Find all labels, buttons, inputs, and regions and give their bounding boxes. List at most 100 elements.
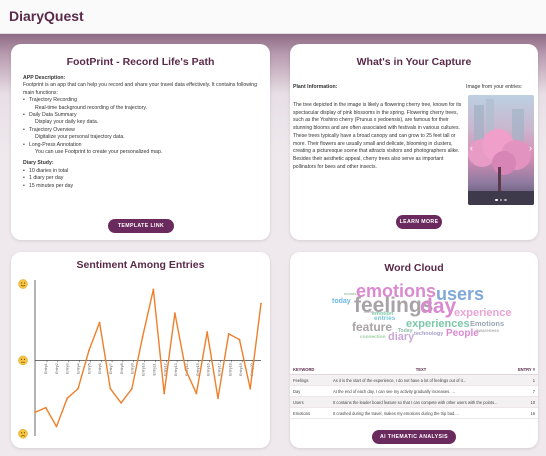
x-tick-label: Entry7 [109,363,113,373]
ai-thematic-analysis-button[interactable]: AI THEMATIC ANALYSIS [372,430,456,444]
learn-more-button[interactable]: LEARN MORE [396,215,442,229]
x-tick-label: Entry9 [131,363,135,373]
feature-item: Trajectory OverviewDigitalize your perso… [23,127,263,142]
x-tick-label: Entry16 [207,363,211,375]
capture-title: What's in Your Capture [356,56,472,68]
plant-info-label: Plant Information: [293,84,338,90]
data-point [227,332,230,335]
footprint-title: FootPrint - Record Life's Path [66,56,215,68]
app-title: DiaryQuest [9,8,84,24]
data-point [238,338,241,341]
sentiment-card: Sentiment Among Entries Entry1 Entry2 Entr… [11,252,270,448]
study-list: 10 diaries in total 1 diary per day 15 m… [23,168,263,191]
word-day: day [420,295,457,318]
template-link-button[interactable]: TEMPLATE LINK [108,219,174,233]
row-entry: 7 [512,385,538,397]
header-keyword: KEYWORD [290,365,330,375]
row-entry: 16 [512,407,538,419]
data-point [249,387,252,390]
sentiment-line-chart: Entry1 Entry2 Entry3 Entry4 Entry5 Entry6 Entr… [18,279,262,439]
x-tick-label: Entry3 [66,363,70,373]
data-point [174,312,176,314]
header-text: TEXT [330,365,512,375]
app-desc-label: APP Description: [23,75,66,81]
row-text: It crashed during the travel, makes my e… [330,407,512,419]
row-keyword: Day [290,385,330,397]
emoji-eye [23,282,26,284]
data-point [44,406,47,409]
sentiment-series-line [34,288,262,428]
capture-card: What's in Your Capture Plant Information… [290,44,538,240]
data-point [184,368,187,371]
data-point [109,387,112,390]
x-tick-label: Entry17 [217,363,221,375]
word-awareness: awareness [476,328,500,333]
x-tick-label: Entry1 [44,363,48,373]
word-feature: feature [352,320,393,334]
word-emotions-cap: Emotions [470,319,505,328]
carousel-next-icon[interactable]: › [529,143,532,153]
carousel-dots [468,198,534,201]
entry-image-carousel[interactable]: ‹ › [468,95,534,205]
data-point [87,350,90,352]
feature-item: Trajectory RecordingReal-time background… [23,97,263,112]
cherry-tree-photo [468,99,534,205]
row-text: At the end of each day, I can see my act… [330,385,512,397]
word-today: today [332,298,351,305]
emoji-eye [20,282,23,284]
carousel-prev-icon[interactable]: ‹ [470,143,473,153]
data-point [260,302,262,305]
study-item: 1 diary per day [23,175,263,183]
data-point [217,397,219,400]
x-tick-label: Entry13 [174,363,178,375]
x-tick-label: Entry4 [77,363,81,373]
header-entry: ENTRY # [512,365,538,375]
app-desc-text: Footprint is an app that can help you re… [23,82,257,96]
table-header-row: KEYWORD TEXT ENTRY # [290,365,538,375]
footprint-description: APP Description: Footprint is an app tha… [23,75,263,191]
x-tick-label: Entry18 [228,363,232,375]
word-moods: moods [344,292,357,296]
data-point [206,331,209,333]
row-entry: 1 [512,374,538,386]
study-label: Diary Study: [23,160,54,167]
data-point [34,411,36,414]
data-point [130,387,133,390]
row-keyword: Emotions [290,407,330,419]
data-point [120,402,122,404]
neutral-emoji [18,355,28,366]
data-point [163,392,166,395]
row-keyword: Feelings [290,374,330,386]
image-label: Image from your entries: [466,84,523,90]
table-row[interactable]: Users It contains the leader board featu… [290,396,538,408]
word-today-cap: Today [398,328,413,334]
feature-list: Trajectory RecordingReal-time background… [23,97,263,156]
table-row[interactable]: Emotions It crashed during the travel, m… [290,407,538,419]
plant-info-text: The tree depicted in the image is likely… [293,102,462,170]
emoji-eye [23,432,26,434]
feature-item: Daily Data SummaryDisplay your daily key… [23,112,263,127]
sentiment-title: Sentiment Among Entries [76,259,205,271]
table-row[interactable]: Feelings As it is the start of the exper… [290,374,538,386]
emoji-eye [20,432,23,434]
word-people: People [446,328,479,339]
word-connection: connection [360,335,386,340]
word-cloud: emotions users feelings day experience e… [290,252,538,362]
keyword-table: KEYWORD TEXT ENTRY # Feelings As it is t… [290,365,538,419]
row-text: As it is the start of the experience, I … [330,374,512,386]
x-tick-label: Entry19 [239,363,243,375]
data-point [98,321,101,324]
row-entry: 10 [512,396,538,408]
word-icons: icons [364,310,374,314]
table-row[interactable]: Day At the end of each day, I can see my… [290,385,538,397]
positive-emoji [18,279,28,289]
x-tick-label: Entry5 [87,363,91,373]
data-point [55,425,58,428]
data-point [195,392,198,395]
row-text: It contains the leader board feature so … [330,396,512,408]
study-item: 15 minutes per day [23,183,263,191]
x-tick-label: Entry10 [142,363,146,375]
data-point [77,387,79,390]
data-point [152,288,155,291]
app-header: DiaryQuest [0,0,546,34]
